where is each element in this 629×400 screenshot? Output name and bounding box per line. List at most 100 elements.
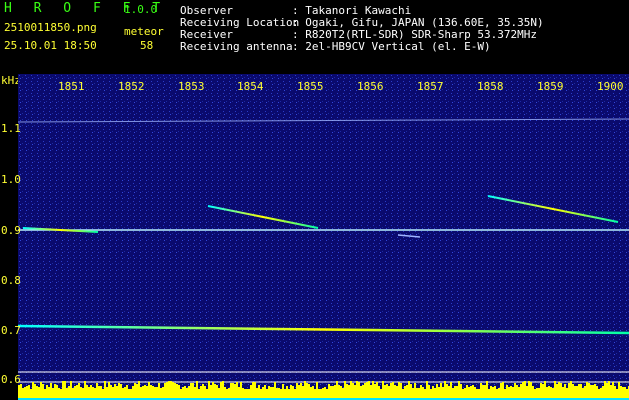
level-bar bbox=[134, 383, 136, 398]
level-bar bbox=[170, 381, 172, 398]
level-bar bbox=[210, 385, 212, 398]
level-bar bbox=[22, 388, 24, 398]
level-bar bbox=[244, 389, 246, 398]
level-bar bbox=[442, 387, 444, 398]
level-bar bbox=[258, 385, 260, 398]
level-bar bbox=[180, 389, 182, 398]
level-bar bbox=[538, 388, 540, 398]
level-bar bbox=[92, 387, 94, 398]
level-bar bbox=[468, 387, 470, 398]
level-bar bbox=[164, 383, 166, 398]
level-bar bbox=[414, 383, 416, 398]
level-bar bbox=[284, 389, 286, 398]
level-bar bbox=[586, 382, 588, 398]
level-bar bbox=[220, 382, 222, 398]
level-bar bbox=[546, 387, 548, 398]
level-bar bbox=[594, 384, 596, 398]
level-bar bbox=[400, 383, 402, 398]
level-bar bbox=[38, 387, 40, 398]
level-bar bbox=[460, 384, 462, 398]
level-bar bbox=[360, 386, 362, 398]
level-bar bbox=[488, 389, 490, 398]
level-bar bbox=[392, 382, 394, 398]
level-bar bbox=[492, 387, 494, 398]
level-bar bbox=[322, 388, 324, 398]
level-bar bbox=[592, 385, 594, 398]
level-bar bbox=[60, 389, 62, 398]
level-bar bbox=[396, 386, 398, 398]
level-bar bbox=[144, 385, 146, 398]
level-bar bbox=[344, 381, 346, 398]
level-bar bbox=[540, 383, 542, 398]
level-bar bbox=[612, 382, 614, 398]
level-bar bbox=[536, 388, 538, 398]
level-bar bbox=[104, 381, 106, 398]
level-bar bbox=[206, 389, 208, 398]
filename: 2510011850.png bbox=[4, 21, 97, 34]
level-bar bbox=[308, 384, 310, 398]
level-bar bbox=[24, 387, 26, 398]
level-bar bbox=[386, 384, 388, 398]
level-bar bbox=[416, 388, 418, 398]
level-bar bbox=[64, 381, 66, 398]
level-bar bbox=[136, 384, 138, 398]
level-bar bbox=[234, 384, 236, 398]
level-bar bbox=[580, 384, 582, 398]
level-bar bbox=[382, 381, 384, 398]
level-bar bbox=[390, 383, 392, 398]
level-bar bbox=[568, 383, 570, 398]
level-bar bbox=[282, 384, 284, 398]
level-bar bbox=[230, 383, 232, 398]
level-bar bbox=[432, 386, 434, 398]
level-bar bbox=[140, 387, 142, 398]
level-bar bbox=[394, 385, 396, 398]
level-bar bbox=[418, 388, 420, 398]
level-bar bbox=[274, 382, 276, 398]
level-bar bbox=[526, 386, 528, 398]
level-bar bbox=[198, 389, 200, 398]
level-bar bbox=[608, 381, 610, 398]
level-bar bbox=[216, 385, 218, 398]
x-tick-label: 1852 bbox=[118, 80, 145, 93]
level-bar bbox=[604, 381, 606, 398]
level-bar bbox=[214, 384, 216, 398]
level-bar bbox=[182, 387, 184, 398]
level-bar bbox=[336, 381, 338, 398]
level-bar bbox=[610, 385, 612, 398]
level-bar bbox=[162, 387, 164, 398]
meteor-count: 58 bbox=[140, 39, 154, 52]
level-bar bbox=[456, 386, 458, 398]
level-bar bbox=[228, 388, 230, 398]
level-bar bbox=[574, 386, 576, 398]
level-bar bbox=[248, 389, 250, 398]
level-bar bbox=[110, 385, 112, 398]
level-bar bbox=[142, 386, 144, 398]
level-bar bbox=[354, 385, 356, 398]
x-tick-label: 1853 bbox=[178, 80, 205, 93]
level-bar bbox=[370, 385, 372, 398]
level-bar bbox=[348, 385, 350, 398]
level-bar bbox=[450, 382, 452, 398]
level-bar bbox=[512, 387, 514, 398]
spectrogram-background bbox=[18, 74, 629, 400]
level-bar bbox=[218, 388, 220, 398]
level-bar bbox=[576, 386, 578, 398]
level-bar bbox=[74, 386, 76, 398]
level-bar bbox=[412, 388, 414, 398]
level-bar bbox=[542, 384, 544, 398]
level-bar bbox=[486, 381, 488, 398]
level-bar bbox=[268, 386, 270, 398]
level-bar bbox=[530, 382, 532, 398]
level-bar bbox=[458, 381, 460, 398]
level-bar bbox=[588, 383, 590, 398]
level-bar bbox=[56, 385, 58, 398]
level-bar bbox=[620, 386, 622, 398]
level-bar bbox=[62, 381, 64, 398]
level-bar bbox=[222, 381, 224, 398]
spectrogram[interactable] bbox=[18, 74, 629, 400]
level-bar bbox=[20, 384, 22, 398]
level-bar bbox=[98, 386, 100, 398]
level-bar bbox=[384, 385, 386, 398]
y-tick-label: 0.6 bbox=[1, 373, 21, 386]
level-bar bbox=[606, 383, 608, 398]
